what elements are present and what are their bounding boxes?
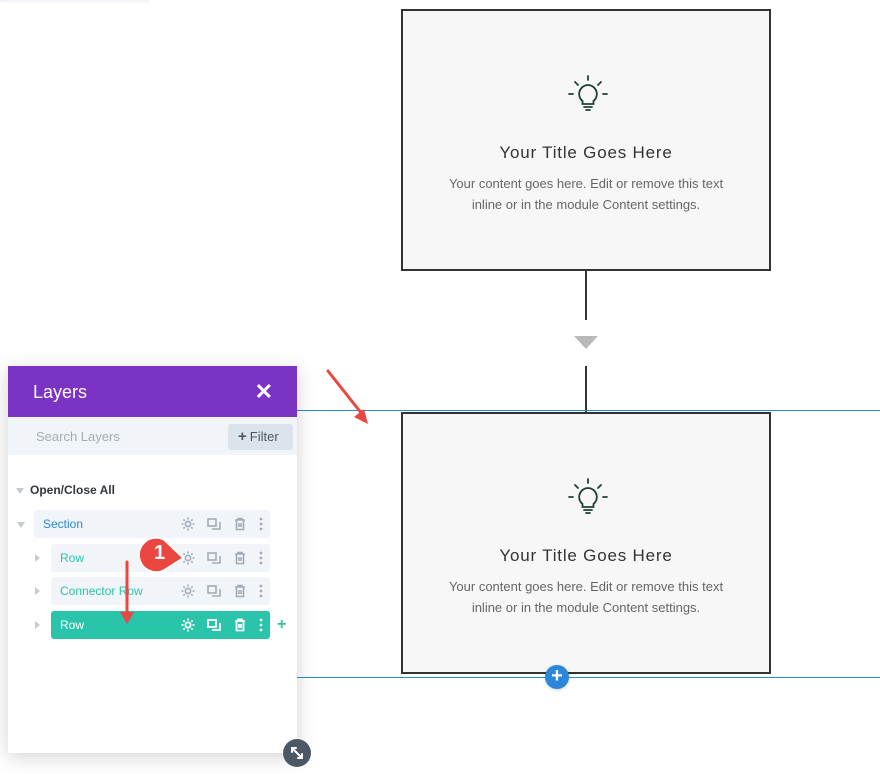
blurb-card-top[interactable]: Your Title Goes Here Your content goes h… xyxy=(401,9,771,271)
step-badge: 1 xyxy=(138,537,185,573)
gear-icon[interactable] xyxy=(180,516,196,532)
lightbulb-icon xyxy=(568,75,608,111)
layer-actions xyxy=(180,516,264,532)
gear-icon[interactable] xyxy=(180,583,196,599)
duplicate-icon[interactable] xyxy=(206,583,222,599)
caret-right-icon[interactable] xyxy=(35,587,40,595)
more-options-icon[interactable] xyxy=(258,550,264,566)
layer-item-row-active[interactable]: Row xyxy=(51,611,270,639)
caret-down-icon xyxy=(16,487,24,494)
card-title: Your Title Goes Here xyxy=(499,546,673,565)
trash-icon[interactable] xyxy=(232,617,248,633)
filter-button[interactable]: + Filter xyxy=(228,424,293,450)
row-bottom-border xyxy=(296,677,880,678)
trash-icon[interactable] xyxy=(232,516,248,532)
layer-item-label: Section xyxy=(43,517,84,531)
caret-down-icon[interactable] xyxy=(17,522,25,528)
lightbulb-icon xyxy=(568,478,608,514)
layers-panel-title: Layers xyxy=(33,382,88,402)
open-close-all[interactable]: Open/Close All xyxy=(16,483,115,497)
duplicate-icon[interactable] xyxy=(206,516,222,532)
layers-search-bar: +Filter xyxy=(8,417,297,455)
trash-icon[interactable] xyxy=(232,550,248,566)
layer-item-label: Row xyxy=(60,551,85,565)
filter-label: Filter xyxy=(249,429,279,444)
plus-icon: + xyxy=(238,428,247,445)
duplicate-icon[interactable] xyxy=(206,617,222,633)
more-options-icon[interactable] xyxy=(258,617,264,633)
layer-item-connector-row[interactable]: Connector Row xyxy=(51,577,270,605)
step-badge-number: 1 xyxy=(154,542,166,564)
layer-actions xyxy=(180,550,264,566)
search-layers-input[interactable] xyxy=(8,417,218,455)
layers-panel-header: Layers ✕ xyxy=(8,366,297,417)
close-icon[interactable]: ✕ xyxy=(255,379,273,405)
row-top-border xyxy=(296,410,880,411)
layer-item-section[interactable]: Section xyxy=(34,510,270,538)
open-close-all-label: Open/Close All xyxy=(30,483,115,497)
caret-right-icon[interactable] xyxy=(35,554,40,562)
card-title: Your Title Goes Here xyxy=(499,143,673,162)
trash-icon[interactable] xyxy=(232,583,248,599)
top-shadow xyxy=(0,0,150,4)
layer-item-label: Connector Row xyxy=(60,584,143,598)
more-options-icon[interactable] xyxy=(258,516,264,532)
card-body: Your content goes here. Edit or remove t… xyxy=(448,579,724,615)
blurb-card-bottom[interactable]: Your Title Goes Here Your content goes h… xyxy=(401,412,771,674)
add-layer-plus-icon[interactable]: + xyxy=(277,616,286,634)
connector-arrow xyxy=(574,336,598,349)
caret-right-icon[interactable] xyxy=(35,621,40,629)
card-body: Your content goes here. Edit or remove t… xyxy=(448,176,724,212)
expand-arrows-icon xyxy=(291,747,303,759)
duplicate-icon[interactable] xyxy=(206,550,222,566)
layer-item-label: Row xyxy=(60,618,85,632)
gear-icon[interactable] xyxy=(180,617,196,633)
layer-actions xyxy=(180,617,264,633)
connector-line-lower xyxy=(585,366,587,412)
resize-handle[interactable] xyxy=(283,739,311,767)
layer-actions xyxy=(180,583,264,599)
add-module-button[interactable]: + xyxy=(545,665,569,689)
connector-line-upper xyxy=(585,271,587,320)
more-options-icon[interactable] xyxy=(258,583,264,599)
